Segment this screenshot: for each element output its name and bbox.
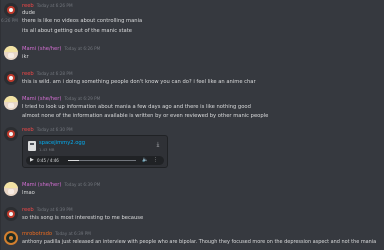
timestamp: Today at 6:26 PM (36, 3, 73, 8)
message-text: I tried to look up information about man… (22, 104, 251, 110)
avatar[interactable] (4, 207, 18, 221)
timestamp: Today at 6:26 PM (64, 46, 101, 51)
message-header: reeb Today at 6:30 PM (22, 126, 73, 134)
message-text: so this song is most interesting to me b… (22, 215, 144, 221)
menu-icon[interactable]: ⋮ (153, 156, 158, 165)
message-text: there is like no videos about controllin… (22, 18, 143, 24)
message-header: Mami (she/her) Today at 6:26 PM (22, 45, 100, 53)
author-name[interactable]: mrobotrsdo (22, 231, 52, 237)
timestamp: Today at 6:39 PM (55, 231, 91, 236)
attachment-file-name[interactable]: spacejimmy2.ogg (39, 140, 85, 147)
timestamp: Today at 6:28 PM (36, 71, 73, 76)
author-name[interactable]: Mami (she/her) (22, 182, 61, 188)
avatar[interactable] (4, 46, 18, 60)
avatar[interactable] (4, 231, 18, 245)
timestamp: Today at 6:39 PM (64, 182, 101, 187)
hover-timestamp: 6:26 PM (1, 18, 18, 23)
author-name[interactable]: Mami (she/her) (22, 96, 61, 102)
message-header: reeb Today at 6:39 PM (22, 206, 73, 214)
audio-progress-track[interactable] (68, 160, 136, 161)
avatar[interactable] (4, 3, 18, 17)
message-text: ikr (22, 54, 29, 60)
audio-attachment: spacejimmy2.ogg 1.43 MB ⤓ ▶ 0:45 / 4:46 … (22, 135, 168, 168)
avatar[interactable] (4, 127, 18, 141)
timestamp: Today at 6:39 PM (36, 207, 73, 212)
message-text: lmao (22, 190, 35, 196)
timestamp: Today at 6:29 PM (64, 96, 101, 101)
message-header: Mami (she/her) Today at 6:29 PM (22, 95, 100, 103)
author-name[interactable]: reeb (22, 127, 34, 133)
author-name[interactable]: reeb (22, 71, 34, 77)
timestamp: Today at 6:30 PM (36, 127, 73, 132)
audio-time: 0:45 / 4:46 (37, 158, 59, 163)
message-text: its all about getting out of the manic s… (22, 28, 132, 34)
file-icon (28, 141, 36, 151)
attachment-file-size: 1.43 MB (39, 147, 55, 152)
avatar[interactable] (4, 71, 18, 85)
message-text: this is wild. am i doing something peopl… (22, 79, 256, 85)
avatar[interactable] (4, 96, 18, 110)
audio-player: ▶ 0:45 / 4:46 🔈 ⋮ (26, 156, 164, 165)
download-icon[interactable]: ⤓ (155, 141, 161, 149)
play-icon[interactable]: ▶ (30, 156, 34, 165)
message-text: anthony padilla just released an intervi… (22, 239, 377, 245)
message-header: mrobotrsdo Today at 6:39 PM (22, 230, 91, 238)
message-header: Mami (she/her) Today at 6:39 PM (22, 181, 100, 189)
volume-icon[interactable]: 🔈 (142, 156, 148, 165)
author-name[interactable]: reeb (22, 207, 34, 213)
message-header: reeb Today at 6:28 PM (22, 70, 73, 78)
message-text: almost none of the information available… (22, 113, 269, 119)
author-name[interactable]: Mami (she/her) (22, 46, 61, 52)
chat-messages: reeb Today at 6:26 PM dude 6:26 PM there … (0, 0, 384, 250)
audio-progress-fill (68, 160, 79, 161)
left-rail (0, 0, 1, 250)
message-text: dude (22, 10, 36, 16)
avatar[interactable] (4, 182, 18, 196)
